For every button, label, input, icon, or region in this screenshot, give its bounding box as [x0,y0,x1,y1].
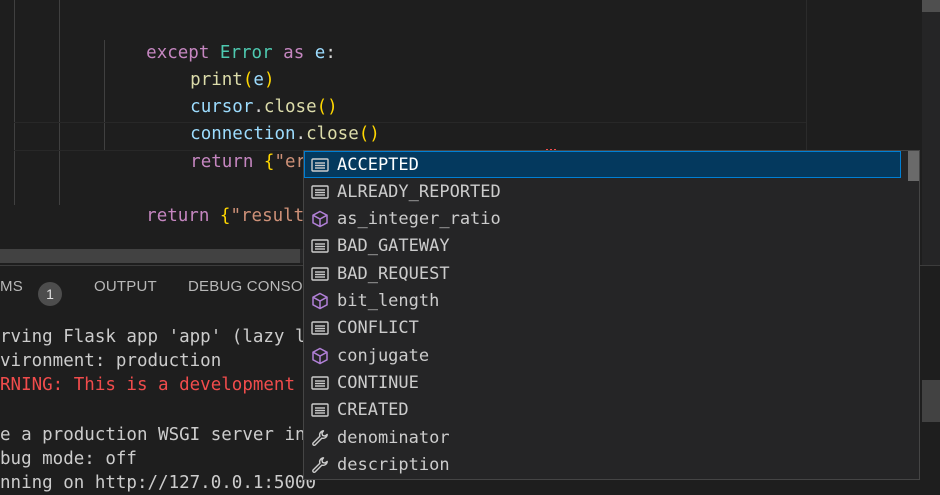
suggestion-item[interactable]: CONTINUE [304,369,901,396]
vertical-scrollbar-thumb[interactable] [922,0,940,12]
suggestion-item[interactable]: ACCEPTED [304,151,901,178]
vertical-scrollbar-track[interactable] [922,0,940,265]
terminal-line: nning on http://127.0.0.1:5000 [0,473,317,493]
terminal-warning-line: RNING: This is a development se [0,375,327,395]
panel-scrollbar-thumb[interactable] [922,380,940,422]
indent-guide [59,0,60,205]
method-icon [310,346,330,366]
suggestion-item[interactable]: description [304,451,901,478]
code-line-connection-close[interactable]: connection.close() [148,94,380,144]
enum-member-icon [310,318,330,338]
suggestion-item[interactable]: conjugate [304,342,901,369]
suggestion-label: ACCEPTED [337,154,419,175]
suggestion-label: CREATED [337,400,409,421]
suggestion-item[interactable]: BAD_GATEWAY [304,233,901,260]
suggestion-label: BAD_GATEWAY [337,236,450,257]
enum-member-icon [310,182,330,202]
suggestion-label: BAD_REQUEST [337,263,450,284]
terminal-line: bug mode: off [0,449,137,469]
suggestion-label: ALREADY_REPORTED [337,181,501,202]
code-line-cursor-close[interactable]: cursor.close() [148,67,338,117]
suggestion-label: CONTINUE [337,372,419,393]
keyword: return [146,206,210,226]
suggestion-item[interactable]: denominator [304,424,901,451]
suggestion-label: CONFLICT [337,318,419,339]
method-icon [310,291,330,311]
tab-output[interactable]: OUTPUT [94,278,157,295]
suggestion-label: bit_length [337,291,440,311]
suggestion-item[interactable]: as_integer_ratio [304,206,901,233]
suggestion-label: description [337,454,450,475]
punctuation: : [325,43,336,63]
suggestion-item[interactable]: CONFLICT [304,315,901,342]
keyword: return [190,152,254,172]
problems-count-badge: 1 [38,282,62,306]
suggestion-label: conjugate [337,345,430,366]
brace: { [263,152,275,172]
tab-problems[interactable]: MS [0,278,23,295]
horizontal-scrollbar-thumb[interactable] [0,249,300,263]
suggestion-item[interactable]: bit_length [304,288,901,315]
brace: { [219,206,231,226]
terminal-line: e a production WSGI server inst [0,425,327,445]
terminal-line: vironment: production [0,351,222,371]
indent-guide [14,0,15,205]
code-line-print[interactable]: print(e) [148,40,274,90]
method-icon [310,209,330,229]
enum-member-icon [310,373,330,393]
keyword: as [283,43,305,63]
terminal-line: rving Flask app 'app' (lazy loa [0,327,327,347]
enum-member-icon [310,264,330,284]
code-line-return-result[interactable]: return {"result":" [104,176,336,226]
suggestion-item[interactable]: ALREADY_REPORTED [304,178,901,205]
variable: e [314,43,326,63]
suggestion-item[interactable]: CREATED [304,397,901,424]
property-icon [310,455,330,475]
enum-member-icon [310,400,330,420]
suggestion-label: denominator [337,427,450,448]
enum-member-icon [310,236,330,256]
code-line-return-error[interactable]: return {"error": str(e)}, HTTPStatus. [148,122,580,172]
enum-member-icon [310,155,330,175]
code-line-except[interactable]: except Error as e: [104,13,336,63]
suggestion-item[interactable]: BAD_REQUEST [304,260,901,287]
property-icon [310,428,330,448]
suggestion-label: as_integer_ratio [337,209,501,230]
suggestion-scrollbar-thumb[interactable] [908,151,919,181]
autocomplete-suggestions[interactable]: ACCEPTED ALREADY_REPORTED as_integer_ratio… [303,150,920,480]
tab-debug-console[interactable]: DEBUG CONSOLE [188,278,321,295]
